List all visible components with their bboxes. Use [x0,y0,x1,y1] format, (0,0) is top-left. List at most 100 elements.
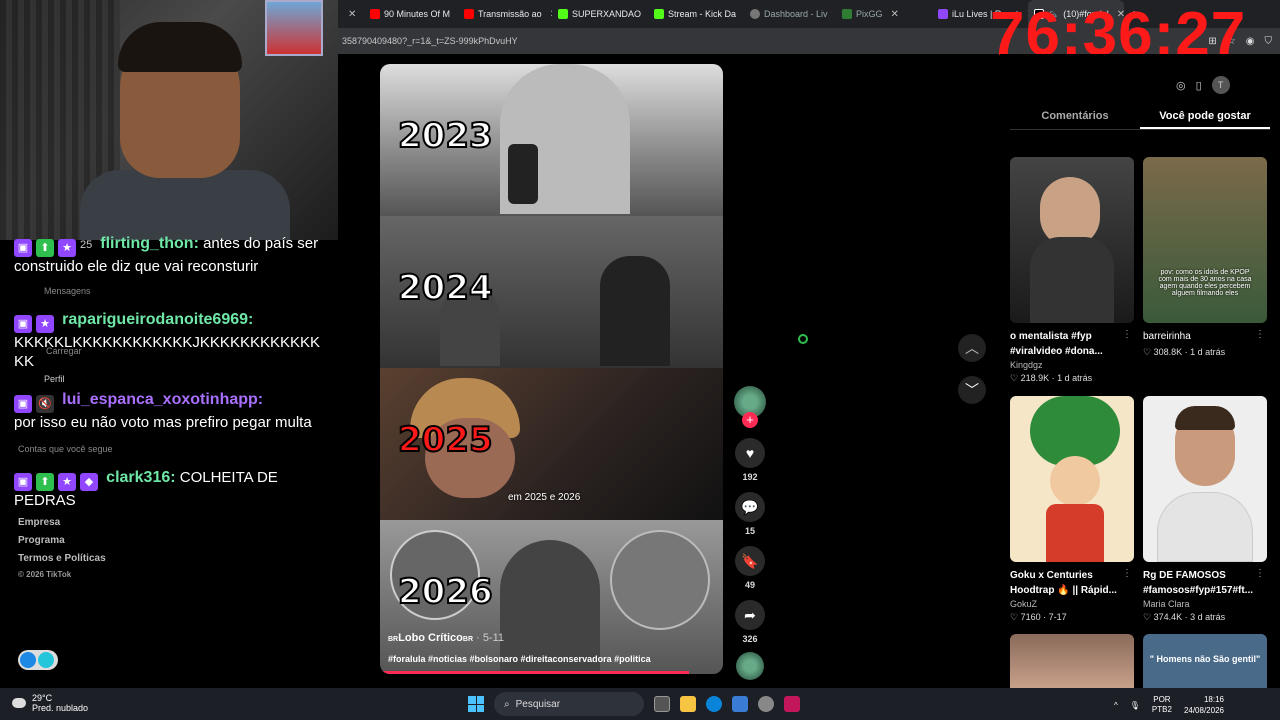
card-author[interactable]: GokuZ [1010,599,1134,609]
more-options-icon[interactable]: ⋮ [1122,329,1132,340]
tab-2[interactable]: Transmissão ao✕ [458,0,552,28]
video-progress-bar[interactable] [380,671,689,674]
cursor-loading-icon [798,334,808,344]
settings-gear-icon[interactable] [758,696,774,712]
save-button[interactable]: 🔖 [735,546,765,576]
card-thumbnail[interactable] [1010,396,1134,562]
side-tabs: Comentários Você pode gostar [1010,104,1270,130]
sidebar-item-mensagens[interactable]: Mensagens [44,286,91,296]
microphone-icon[interactable]: 🎙 [1130,701,1140,710]
follow-plus-icon[interactable]: + [742,412,758,428]
user-avatar[interactable]: T [1211,76,1230,94]
chat-username[interactable]: clark316: [106,469,175,486]
shield-icon[interactable]: ⛉ [1265,36,1273,47]
suggested-card[interactable]: pov: como os idols de KPOP com mais de 3… [1143,157,1267,358]
tab-label: Dashboard - Liv [764,9,828,19]
play-icon [20,652,36,668]
left-panel: Mensagens Carregar Perfil Contas que voc… [0,235,338,688]
prev-video-button[interactable]: ︿ [958,334,986,362]
extension-icon[interactable]: ◉ [1246,36,1255,47]
bookmark-icon: 🔖 [741,552,759,569]
sidebar-item-perfil[interactable]: Perfil [44,374,65,384]
tab-3[interactable]: SUPERXANDAO✕ [552,0,648,28]
weather-text: 29°C Pred. nublado [32,693,88,713]
tab-comentarios[interactable]: Comentários [1010,104,1140,129]
windows-start-icon[interactable] [468,696,484,712]
footer-link-termos[interactable]: Termos e Políticas [18,553,106,564]
mobile-icon[interactable]: ▯ [1196,79,1202,92]
card-thumbnail[interactable]: pov: como os idols de KPOP com mais de 3… [1143,157,1267,323]
suggested-card-thumbnail[interactable]: " Homens não São gentil" [1143,634,1267,688]
badge-count: 25 [80,239,93,251]
card-title[interactable]: Rg DE FAMOSOS #famosos#fyp#157#ft... [1143,568,1255,598]
video-author[interactable]: BRLobo CríticoBR · 5-11 [388,632,504,644]
close-icon[interactable]: ✕ [891,9,899,20]
clock-date: 24/08/2026 [1183,706,1224,715]
taskbar-apps: ⌕ Pesquisar [468,692,800,716]
file-explorer-icon[interactable] [680,696,696,712]
weather-widget[interactable]: 29°C Pred. nublado [12,693,88,713]
video-hashtags[interactable]: #foralula #noticias #bolsonaro #direitac… [388,654,651,664]
language-indicator[interactable]: POR PTB2 [1152,695,1172,715]
author-name[interactable]: Lobo Crítico [398,632,463,644]
edge-icon[interactable] [706,696,722,712]
chat-username[interactable]: lui_espanca_xoxotinhapp: [62,391,263,408]
card-author[interactable]: Kingdgz [1010,360,1134,370]
tab-6[interactable]: PixGG ✕ [836,0,932,28]
heart-outline-icon: ♡ [1143,347,1152,357]
tab-5[interactable]: Dashboard - Liv✕ [744,0,836,28]
card-author[interactable]: Maria Clara [1143,599,1267,609]
footer-link-empresa[interactable]: Empresa [18,517,60,528]
card-thumbnail[interactable] [1143,396,1267,562]
chat-username[interactable]: raparigueirodanoite6969: [62,311,253,328]
theme-toggle[interactable] [18,650,58,670]
copyright: © 2026 TikTok [18,570,72,579]
tab-label: PixGG [856,9,883,19]
globe-icon [750,9,760,19]
next-video-button[interactable]: ﹀ [958,376,986,404]
taskbar-search[interactable]: ⌕ Pesquisar [494,692,644,716]
twitch-badge-icon: ▣ [14,395,32,413]
task-view-icon[interactable] [654,696,670,712]
suggested-card[interactable]: Rg DE FAMOSOS #famosos#fyp#157#ft... Mar… [1143,396,1267,623]
heart-outline-icon: ♡ [1143,612,1152,622]
tab-1[interactable]: 90 Minutes Of M✕ [364,0,458,28]
suggested-card[interactable]: Goku x Centuries Hoodtrap 🔥 || Rápid... … [1010,396,1134,623]
suggested-card-thumbnail[interactable] [1010,634,1134,688]
streamer-shirt [80,170,290,240]
card-title[interactable]: o mentalista #fyp #viralvideo #dona... [1010,329,1122,359]
card-thumbnail[interactable] [1010,157,1134,323]
person-silhouette [600,256,670,366]
more-options-icon[interactable]: ⋮ [1255,329,1265,340]
app-icon[interactable] [784,696,800,712]
more-options-icon[interactable]: ⋮ [1255,568,1265,579]
sub-badge-icon: ⬆ [36,239,54,257]
kick-icon [654,9,664,19]
clock-time: 18:16 [1203,695,1224,704]
video-player[interactable]: 2023 2024 2025 em 2025 e 2026 2026 BRLob… [380,64,723,674]
star-badge-icon: ★ [58,239,76,257]
card-meta: ♡ 374.4K · 3 d atrás [1143,612,1226,622]
footer-link-programa[interactable]: Programa [18,535,65,546]
tab-voce-pode-gostar[interactable]: Você pode gostar [1140,104,1270,129]
author-prefix: BR [388,636,399,643]
chat-username[interactable]: flirting_thon: [100,235,199,252]
search-icon: ⌕ [504,698,510,710]
chevron-up-icon[interactable]: ^ [1114,701,1118,710]
sound-disc-icon[interactable] [736,652,764,680]
tab-0[interactable]: ✕ [338,0,364,28]
layout-code: PTB2 [1151,705,1172,714]
more-options-icon[interactable]: ⋮ [1122,568,1132,579]
card-title[interactable]: barreirinha [1143,329,1255,344]
close-icon[interactable]: ✕ [348,9,356,20]
share-button[interactable]: ➦ [735,600,765,630]
compass-icon[interactable]: ◎ [1176,79,1186,92]
taskbar-clock[interactable]: 18:16 24/08/2026 [1184,694,1224,716]
photos-icon[interactable] [732,696,748,712]
comment-button[interactable]: 💬 [735,492,765,522]
like-count: 192 [742,472,758,482]
tab-4[interactable]: Stream - Kick Da✕ [648,0,744,28]
card-title[interactable]: Goku x Centuries Hoodtrap 🔥 || Rápid... [1010,568,1122,598]
suggested-card[interactable]: o mentalista #fyp #viralvideo #dona... K… [1010,157,1134,384]
like-button[interactable]: ♥ [735,438,765,468]
